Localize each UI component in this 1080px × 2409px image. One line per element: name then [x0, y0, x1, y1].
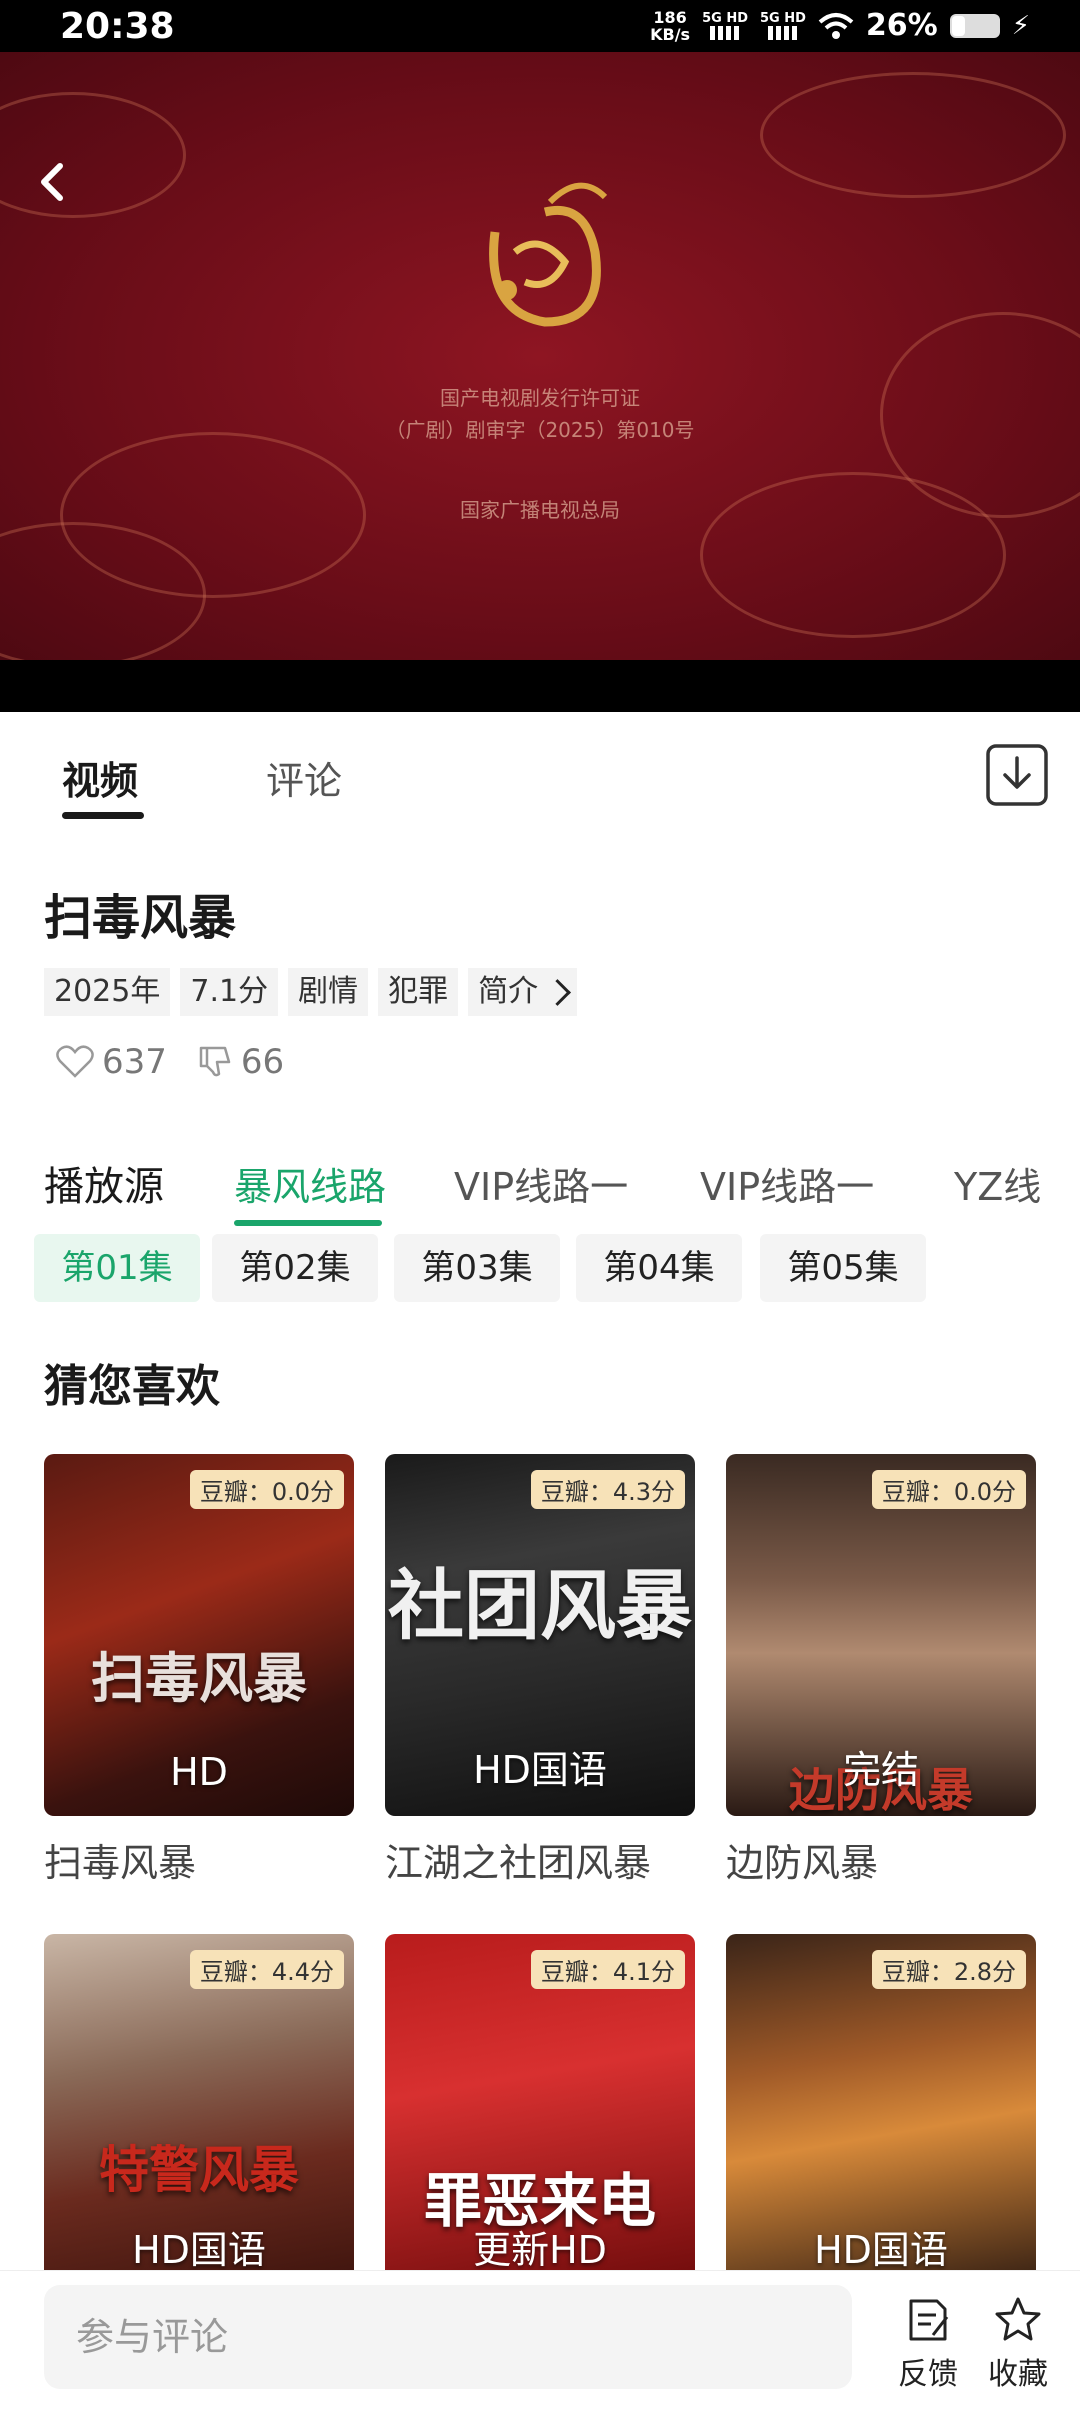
recommend-title: 猜您喜欢 [44, 1361, 220, 1412]
download-icon[interactable] [984, 742, 1050, 808]
thumbs-down-icon[interactable] [197, 1044, 233, 1080]
douban-score-badge: 豆瓣：4.1分 [530, 1950, 685, 1989]
source-tab-1[interactable]: 暴风线路 [234, 1156, 386, 1211]
video-title: 扫毒风暴 [44, 890, 237, 946]
tag-year: 2025年 [44, 968, 171, 1016]
quality-label: HD国语 [132, 2228, 266, 2272]
quality-label: HD [170, 1750, 228, 1794]
bottom-bar: 反馈 收藏 [0, 2270, 1080, 2409]
source-tab-3[interactable]: VIP线路一 [700, 1156, 874, 1211]
battery-icon [949, 13, 1000, 38]
poster-image: 社团风暴 豆瓣：4.3分 HD国语 [385, 1454, 695, 1816]
comment-input[interactable] [44, 2285, 852, 2389]
tab-comments[interactable]: 评论 [266, 750, 342, 805]
synopsis-button[interactable]: 简介 [468, 968, 578, 1016]
quality-label: 更新HD [473, 2228, 607, 2272]
douban-score-badge: 豆瓣：0.0分 [871, 1470, 1026, 1509]
sim1-signal-icon: 5G HD [702, 11, 748, 40]
video-frame: 国产电视剧发行许可证 （广剧）剧审字（2025）第010号 国家广播电视总局 [0, 52, 1080, 660]
source-active-indicator [234, 1220, 382, 1226]
tab-active-indicator [62, 812, 144, 819]
network-speed: 186 KB/s [650, 7, 691, 44]
poster-title: 社团风暴 [388, 1561, 692, 1650]
like-count: 637 [102, 1042, 167, 1082]
card-title: 边防风暴 [726, 1841, 879, 1885]
episode-button-3[interactable]: 第03集 [394, 1234, 560, 1302]
dislike-count: 66 [240, 1042, 285, 1082]
poster-title: 扫毒风暴 [91, 1647, 307, 1710]
poster-image: 扫毒风暴 豆瓣：0.0分 HD [44, 1454, 354, 1816]
recommend-card[interactable]: 扫毒风暴 豆瓣：0.0分 HD 扫毒风暴 [44, 1454, 354, 1887]
poster-image: 特警风暴 豆瓣：4.4分 HD国语 [44, 1934, 354, 2296]
source-tab-4[interactable]: YZ线 [954, 1156, 1041, 1211]
douban-score-badge: 豆瓣：4.3分 [530, 1470, 685, 1509]
card-title: 扫毒风暴 [44, 1841, 197, 1885]
wifi-icon [818, 12, 854, 39]
status-time: 20:38 [60, 6, 175, 47]
tag-genre-crime: 犯罪 [378, 968, 459, 1016]
douban-score-badge: 豆瓣：4.4分 [189, 1950, 344, 1989]
license-text-3: 国家广播电视总局 [460, 498, 620, 522]
recommend-card[interactable]: 罪恶来电 豆瓣：4.1分 更新HD [385, 1934, 695, 2296]
tag-score: 7.1分 [180, 968, 279, 1016]
poster-image: 边防风暴 豆瓣：0.0分 完结 [726, 1454, 1036, 1816]
battery-percent: 26% [865, 8, 938, 43]
card-title: 江湖之社团风暴 [385, 1841, 652, 1885]
source-label: 播放源 [44, 1164, 164, 1210]
favorite-button[interactable]: 收藏 [978, 2295, 1058, 2393]
feedback-icon [909, 2299, 949, 2341]
tag-genre-drama: 剧情 [288, 968, 369, 1016]
episode-button-2[interactable]: 第02集 [212, 1234, 378, 1302]
recommend-card[interactable]: 社团风暴 豆瓣：4.3分 HD国语 江湖之社团风暴 [385, 1454, 695, 1887]
source-tab-2[interactable]: VIP线路一 [454, 1156, 628, 1211]
recommend-card[interactable]: 特警风暴 豆瓣：4.4分 HD国语 [44, 1934, 354, 2296]
quality-label: 完结 [842, 1748, 919, 1792]
status-bar: 20:38 186 KB/s 5G HD 5G HD 26% ⚡ [0, 0, 1080, 52]
charging-icon: ⚡ [1011, 10, 1030, 41]
star-icon [995, 2297, 1041, 2341]
detail-tabs: 视频 评论 [0, 712, 1080, 842]
chevron-right-icon [544, 979, 572, 1006]
back-arrow-icon[interactable] [28, 152, 78, 212]
poster-image: 豆瓣：2.8分 HD国语 [726, 1934, 1036, 2296]
quality-label: HD国语 [814, 2228, 948, 2272]
license-text-1: 国产电视剧发行许可证 [440, 386, 640, 410]
poster-image: 罪恶来电 豆瓣：4.1分 更新HD [385, 1934, 695, 2296]
license-text-2: （广剧）剧审字（2025）第010号 [385, 418, 695, 442]
emblem-logo [489, 182, 608, 327]
heart-icon[interactable] [56, 1045, 94, 1079]
quality-label: HD国语 [473, 1748, 607, 1792]
episode-button-4[interactable]: 第04集 [576, 1234, 742, 1302]
douban-score-badge: 豆瓣：0.0分 [189, 1470, 344, 1509]
sim2-signal-icon: 5G HD [760, 11, 806, 40]
episode-button-5[interactable]: 第05集 [760, 1234, 926, 1302]
video-player[interactable]: 国产电视剧发行许可证 （广剧）剧审字（2025）第010号 国家广播电视总局 [0, 52, 1080, 712]
episode-button-1[interactable]: 第01集 [34, 1234, 200, 1302]
tag-row: 2025年 7.1分 剧情 犯罪 简介 [44, 968, 578, 1016]
tab-video[interactable]: 视频 [62, 750, 138, 805]
recommend-card[interactable]: 边防风暴 豆瓣：0.0分 完结 边防风暴 [726, 1454, 1036, 1887]
recommend-card[interactable]: 豆瓣：2.8分 HD国语 [726, 1934, 1036, 2296]
feedback-button[interactable]: 反馈 [888, 2295, 968, 2393]
poster-title: 特警风暴 [99, 2141, 299, 2199]
douban-score-badge: 豆瓣：2.8分 [871, 1950, 1026, 1989]
reactions: 637 66 [56, 1042, 284, 1082]
status-icons: 186 KB/s 5G HD 5G HD 26% ⚡ [650, 8, 1030, 43]
